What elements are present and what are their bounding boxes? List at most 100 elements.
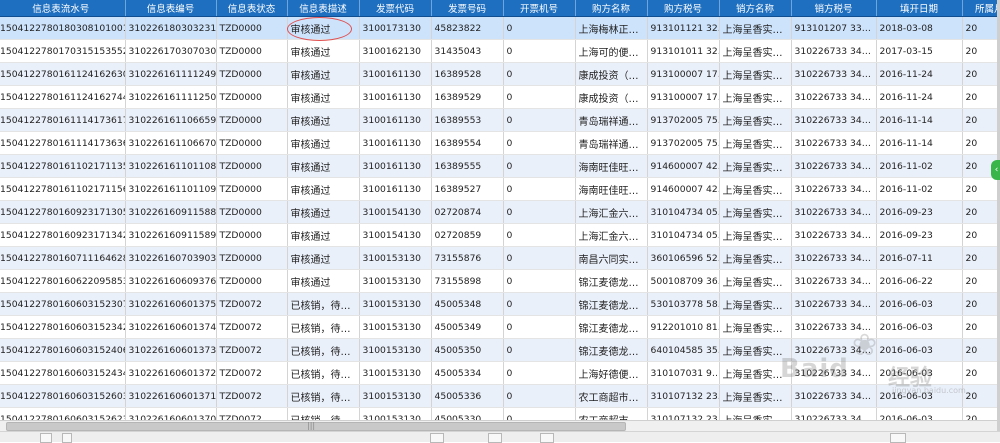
col-header-seller-name[interactable]: 销方名称 — [719, 0, 792, 17]
cell-serial: 15041227801606031526230 — [0, 407, 126, 420]
cell-buyer-tax-id: 530103778 58… — [647, 292, 720, 316]
pager-next-icon[interactable] — [488, 433, 502, 443]
cell-invoice-no: 45005348 — [431, 292, 504, 316]
table-row[interactable]: 15041227801606031523070 3102261606013753 T… — [0, 292, 997, 316]
table-row[interactable]: 15041227801606031526230 3102261606013708 T… — [0, 407, 997, 420]
cell-month: 20 — [962, 223, 997, 247]
col-header-buyer-tax-id[interactable]: 购方税号 — [647, 0, 720, 17]
cell-issue-date: 2017-03-15 — [876, 39, 963, 63]
horizontal-scrollbar[interactable]: ||| — [0, 420, 997, 431]
cell-seller-tax-id: 310226733 34… — [791, 269, 877, 293]
cell-issue-date: 2016-11-02 — [876, 177, 963, 201]
cell-seller-name: 上海呈香实… — [719, 361, 792, 385]
cell-machine-no: 0 — [503, 177, 576, 201]
table-row[interactable]: 15041227801609231713420 3102261609115894 T… — [0, 223, 997, 247]
cell-form-no: 3102261611011094 — [125, 177, 217, 201]
side-panel-toggle-icon[interactable]: ‹ — [991, 160, 1000, 180]
cell-invoice-no: 45823822 — [431, 16, 504, 40]
col-header-status[interactable]: 信息表状态 — [216, 0, 288, 17]
cell-status: TZD0000 — [216, 246, 288, 270]
col-header-issue-date[interactable]: 填开日期 — [876, 0, 963, 17]
cell-form-no: 3102261606013708 — [125, 407, 217, 420]
cell-invoice-no: 16389528 — [431, 62, 504, 86]
cell-status: TZD0000 — [216, 85, 288, 109]
cell-machine-no: 0 — [503, 338, 576, 362]
cell-seller-tax-id: 913101207 33… — [791, 16, 877, 40]
cell-description: 审核通过 — [287, 154, 360, 178]
cell-seller-name: 上海呈香实… — [719, 246, 792, 270]
cell-seller-name: 上海呈香实… — [719, 269, 792, 293]
table-row[interactable]: 15041227801611241627440 3102261611112502 T… — [0, 85, 997, 109]
cell-serial: 15041227801606031523070 — [0, 292, 126, 316]
col-header-form-no[interactable]: 信息表编号 — [125, 0, 217, 17]
cell-invoice-code: 3100161130 — [359, 154, 432, 178]
table-row[interactable]: 15041227801609231713050 3102261609115883 T… — [0, 200, 997, 224]
cell-status: TZD0000 — [216, 39, 288, 63]
cell-month: 20 — [962, 292, 997, 316]
cell-serial: 15041227801606031524340 — [0, 361, 126, 385]
cell-form-no: 3102261611112502 — [125, 85, 217, 109]
cell-buyer-tax-id: 310107132 23… — [647, 407, 720, 420]
cell-description: 审核通过 — [287, 39, 360, 63]
cell-buyer-tax-id: 913702005 75… — [647, 108, 720, 132]
cell-buyer-name: 南昌六同实… — [575, 246, 648, 270]
cell-seller-tax-id: 310226733 34… — [791, 292, 877, 316]
scrollbar-thumb[interactable]: ||| — [6, 421, 626, 431]
cell-seller-name: 上海呈香实… — [719, 407, 792, 420]
table-row[interactable]: 15041227801803081010016 3102261803032315 T… — [0, 16, 997, 40]
pager-last-icon[interactable] — [540, 433, 554, 443]
table-row[interactable]: 15041227801611141736170 3102261611066590 T… — [0, 108, 997, 132]
cell-machine-no: 0 — [503, 315, 576, 339]
table-row[interactable]: 15041227801611021711350 3102261611011083 T… — [0, 154, 997, 178]
cell-buyer-name: 上海汇金六… — [575, 200, 648, 224]
cell-seller-tax-id: 310226733 34… — [791, 361, 877, 385]
col-header-seller-tax-id[interactable]: 销方税号 — [791, 0, 877, 17]
cell-machine-no: 0 — [503, 154, 576, 178]
pager-prev-icon[interactable] — [430, 433, 444, 443]
table-row[interactable]: 15041227801606220958530 3102261606093762 T… — [0, 269, 997, 293]
pager-refresh-icon[interactable] — [890, 433, 906, 443]
table-row[interactable]: 15041227801606031524060 3102261606013731 T… — [0, 338, 997, 362]
table-row[interactable]: 15041227801611241626300 3102261611112490 T… — [0, 62, 997, 86]
cell-invoice-code: 3100154130 — [359, 223, 432, 247]
col-header-month[interactable]: 所属月份 — [962, 0, 997, 17]
table-row[interactable]: 15041227801606031526030 3102261606013719 T… — [0, 384, 997, 408]
pager-checkbox-icon[interactable] — [62, 433, 72, 443]
table-row[interactable]: 15041227801611141736360 3102261611066702 T… — [0, 131, 997, 155]
cell-description: 审核通过 — [287, 108, 360, 132]
cell-issue-date: 2016-07-11 — [876, 246, 963, 270]
col-header-buyer-name[interactable]: 购方名称 — [575, 0, 648, 17]
table-row[interactable]: 15041227801606031523420 3102261606013742 T… — [0, 315, 997, 339]
cell-buyer-tax-id: 913100007 17… — [647, 85, 720, 109]
cell-description: 审核通过 — [287, 85, 360, 109]
cell-buyer-tax-id: 310107031 9… — [647, 361, 720, 385]
cell-seller-tax-id: 310226733 34… — [791, 39, 877, 63]
table-row[interactable]: 15041227801611021711560 3102261611011094 T… — [0, 177, 997, 201]
col-header-serial[interactable]: 信息表流水号 — [0, 0, 126, 17]
cell-month: 20 — [962, 384, 997, 408]
cell-seller-tax-id: 310226733 34… — [791, 338, 877, 362]
table-row[interactable]: 15041227801607111646280 3102261607039033 T… — [0, 246, 997, 270]
cell-description: 审核通过 — [287, 62, 360, 86]
cell-seller-tax-id: 310226733 34… — [791, 246, 877, 270]
pager-checkbox-icon[interactable] — [40, 433, 52, 443]
cell-issue-date: 2016-06-03 — [876, 338, 963, 362]
cell-buyer-name: 上海梅林正… — [575, 16, 648, 40]
col-header-description[interactable]: 信息表描述 — [287, 0, 360, 17]
cell-form-no: 3102261611112490 — [125, 62, 217, 86]
col-header-machine-no[interactable]: 开票机号 — [503, 0, 576, 17]
col-header-invoice-code[interactable]: 发票代码 — [359, 0, 432, 17]
cell-status: TZD0000 — [216, 154, 288, 178]
cell-buyer-tax-id: 310107132 23… — [647, 384, 720, 408]
cell-invoice-code: 3100161130 — [359, 108, 432, 132]
table-row[interactable]: 15041227801606031524340 3102261606013720 T… — [0, 361, 997, 385]
cell-buyer-name: 农工商超市… — [575, 384, 648, 408]
cell-invoice-code: 3100153130 — [359, 407, 432, 420]
cell-month: 20 — [962, 407, 997, 420]
cell-issue-date: 2016-11-24 — [876, 85, 963, 109]
col-header-invoice-no[interactable]: 发票号码 — [431, 0, 504, 17]
cell-invoice-no: 16389529 — [431, 85, 504, 109]
table-row[interactable]: 15041227801703151535522 3102261703070305 T… — [0, 39, 997, 63]
cell-issue-date: 2016-11-24 — [876, 62, 963, 86]
cell-invoice-code: 3100161130 — [359, 62, 432, 86]
